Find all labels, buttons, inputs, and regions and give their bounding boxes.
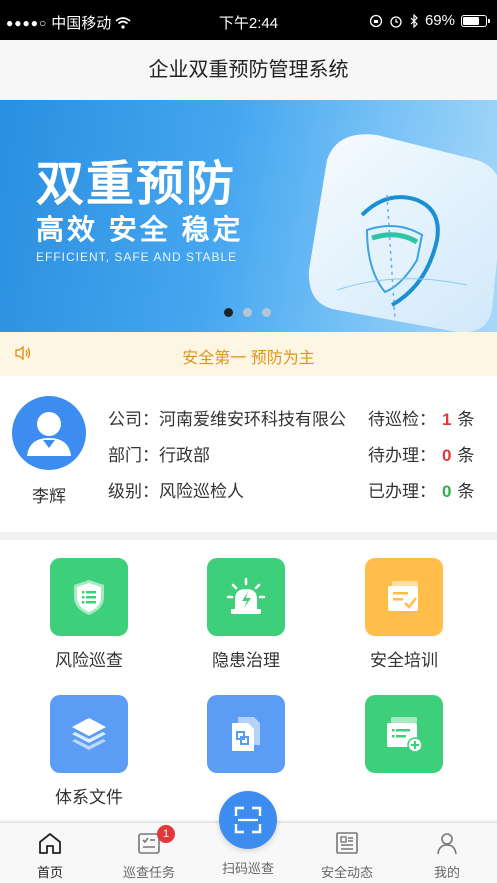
menu-label: 风险巡查	[55, 651, 123, 670]
tile	[365, 695, 443, 773]
avatar[interactable]	[12, 396, 86, 470]
add-list-icon	[387, 717, 423, 753]
tab-label: 我的	[433, 865, 460, 880]
task-counts: 待巡检： 1 条 待办理： 0 条 已办理： 0 条	[368, 402, 474, 510]
alarm-light-icon	[226, 577, 266, 614]
tile	[207, 558, 285, 636]
pending-inspection-row[interactable]: 待巡检： 1 条	[368, 402, 474, 438]
tile	[207, 695, 285, 773]
menu-item-risk-inspection[interactable]: 风险巡查	[39, 558, 139, 671]
done-label: 已办理：	[368, 482, 436, 501]
tile	[365, 558, 443, 636]
notice-text: 安全第一 预防为主	[182, 350, 315, 367]
user-icon	[437, 833, 457, 855]
department-label: 部门：	[108, 446, 159, 465]
company-label: 公司：	[108, 410, 159, 429]
tab-home[interactable]: 首页	[10, 831, 90, 881]
level-label: 级别：	[108, 482, 159, 501]
tab-safety-news[interactable]: 安全动态	[307, 831, 387, 881]
user-avatar-icon	[27, 412, 71, 456]
bluetooth-icon	[410, 13, 418, 28]
tab-label: 巡查任务	[122, 865, 175, 880]
notice-bar[interactable]: 安全第一 预防为主	[0, 332, 497, 376]
unit-label: 条	[457, 482, 475, 501]
function-grid: 风险巡查 隐患治理 安全培训 体系文件	[0, 540, 497, 820]
scan-button[interactable]	[219, 791, 277, 849]
profile-info: 公司：河南爱维安环科技有限公 部门：行政部 级别：风险巡检人	[108, 402, 346, 510]
unit-label: 条	[457, 410, 475, 429]
status-bar: ●●●●○ 中国移动 下午2:44 69%	[0, 0, 497, 40]
level-value: 风险巡检人	[159, 482, 244, 501]
nav-title: 企业双重预防管理系统	[0, 40, 497, 100]
rotation-lock-icon	[369, 14, 383, 27]
pending-handle-count: 0	[442, 446, 452, 465]
pending-inspection-label: 待巡检：	[368, 410, 436, 429]
menu-item-safety-training[interactable]: 安全培训	[354, 558, 454, 671]
carousel-dot[interactable]	[262, 308, 271, 317]
tile	[50, 558, 128, 636]
menu-label: 安全培训	[370, 651, 438, 670]
done-count: 0	[442, 482, 452, 501]
scan-label: 扫码巡查	[221, 861, 274, 876]
department-value: 行政部	[159, 446, 210, 465]
shield-list-icon	[74, 580, 104, 615]
pending-handle-row[interactable]: 待办理： 0 条	[368, 438, 474, 474]
carousel-dot[interactable]	[224, 308, 233, 317]
done-row[interactable]: 已办理： 0 条	[368, 474, 474, 510]
pending-handle-label: 待办理：	[368, 446, 436, 465]
training-doc-icon	[388, 581, 418, 611]
banner-title: 双重预防	[36, 158, 237, 211]
unit-label: 条	[457, 446, 475, 465]
battery-percent: 69%	[424, 12, 455, 29]
pending-inspection-count: 1	[442, 410, 452, 429]
battery-icon	[461, 14, 490, 27]
layers-icon	[72, 718, 106, 750]
company-value: 河南爱维安环科技有限公	[159, 410, 346, 429]
tab-label: 安全动态	[320, 865, 373, 880]
home-icon	[39, 833, 61, 854]
user-name: 李辉	[32, 487, 66, 506]
alarm-icon	[390, 15, 402, 28]
banner-english: EFFICIENT, SAFE AND STABLE	[36, 250, 238, 264]
profile-card[interactable]: 李辉 公司：河南爱维安环科技有限公 部门：行政部 级别：风险巡检人 待巡检： 1 条…	[0, 376, 497, 532]
shield-illustration-icon	[308, 134, 497, 332]
news-icon	[336, 832, 358, 854]
document-copy-icon	[232, 717, 260, 751]
menu-item-documents[interactable]	[196, 695, 296, 783]
carousel-dot[interactable]	[243, 308, 252, 317]
banner-subtitle: 高效 安全 稳定	[36, 214, 244, 245]
tab-label: 首页	[36, 865, 63, 880]
task-badge: 1	[157, 825, 175, 843]
menu-item-hazard-governance[interactable]: 隐患治理	[196, 558, 296, 671]
menu-label: 体系文件	[55, 788, 123, 807]
menu-item-system-documents[interactable]: 体系文件	[39, 695, 139, 808]
banner-carousel[interactable]: 双重预防 高效 安全 稳定 EFFICIENT, SAFE AND STABLE	[0, 100, 497, 332]
tile	[50, 695, 128, 773]
menu-label: 隐患治理	[212, 651, 280, 670]
tab-inspection-tasks[interactable]: 1 巡查任务	[109, 825, 189, 881]
carousel-indicator[interactable]	[224, 308, 271, 317]
menu-item-add-record[interactable]	[354, 695, 454, 783]
tab-mine[interactable]: 我的	[407, 831, 487, 881]
scan-icon	[234, 806, 262, 834]
